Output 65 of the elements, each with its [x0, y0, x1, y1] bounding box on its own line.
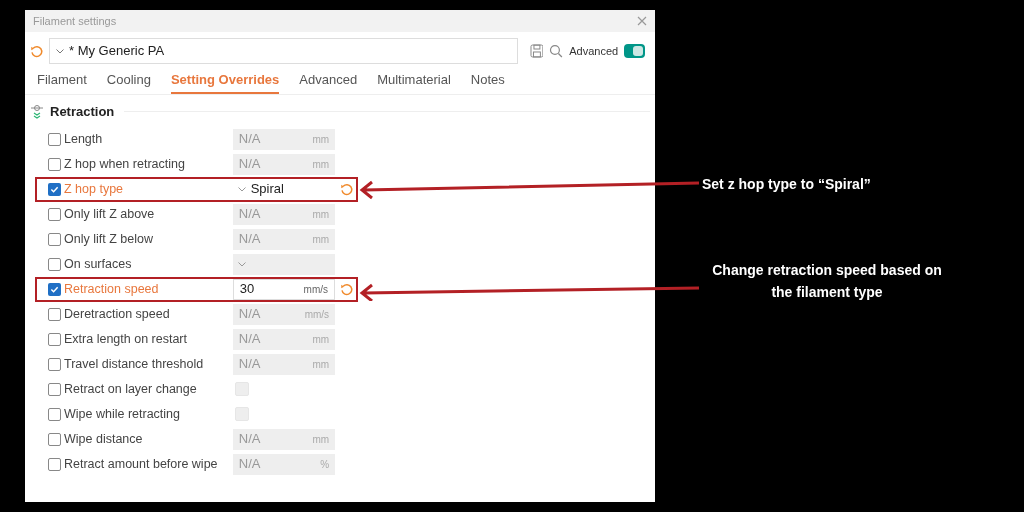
- tab[interactable]: Multimaterial: [377, 69, 451, 94]
- option-checkbox[interactable]: [235, 407, 249, 421]
- section-title: Retraction: [50, 103, 115, 121]
- value-field[interactable]: N/A mm: [232, 228, 336, 250]
- save-icon[interactable]: [529, 44, 544, 58]
- callout-text: Change retraction speed based on the filament type: [712, 261, 942, 302]
- preset-dropdown[interactable]: * My Generic PA: [49, 38, 518, 64]
- value-field[interactable]: 30 mm/s: [232, 278, 335, 300]
- value-field[interactable]: N/A mm/s: [232, 303, 336, 325]
- reset-icon[interactable]: [30, 44, 43, 58]
- advanced-label: Advanced: [569, 43, 619, 59]
- checkbox[interactable]: [48, 182, 61, 196]
- check-icon: [50, 284, 59, 294]
- tab[interactable]: Cooling: [106, 69, 151, 94]
- setting-label: Only lift Z above: [64, 205, 156, 223]
- checkbox[interactable]: [48, 307, 61, 321]
- value-field[interactable]: N/A mm: [232, 203, 336, 225]
- search-icon[interactable]: [549, 44, 564, 58]
- advanced-toggle[interactable]: [624, 44, 645, 58]
- setting-label: On surfaces: [64, 255, 133, 273]
- setting-label: Length: [64, 130, 104, 148]
- checkbox[interactable]: [48, 132, 61, 146]
- checkbox[interactable]: [48, 457, 61, 471]
- chevron-icon: [237, 261, 246, 267]
- setting-label: Z hop when retracting: [64, 155, 186, 173]
- checkbox[interactable]: [48, 257, 61, 271]
- close-icon[interactable]: [637, 16, 647, 26]
- value-field[interactable]: N/A mm: [232, 353, 336, 375]
- value-field[interactable]: N/A mm: [232, 328, 336, 350]
- reset-icon[interactable]: [340, 282, 353, 296]
- chevron-icon: [237, 186, 246, 192]
- checkbox[interactable]: [48, 157, 61, 171]
- setting-label: Extra length on restart: [64, 330, 188, 348]
- check-icon: [50, 184, 59, 194]
- checkbox[interactable]: [48, 357, 61, 371]
- checkbox[interactable]: [48, 332, 61, 346]
- checkbox[interactable]: [48, 432, 61, 446]
- reset-icon[interactable]: [340, 182, 353, 196]
- setting-label: Wipe while retracting: [64, 405, 181, 423]
- setting-label: Z hop type: [64, 180, 125, 198]
- window-title: Filament settings: [33, 13, 117, 29]
- option-checkbox[interactable]: [235, 382, 249, 396]
- setting-label: Only lift Z below: [64, 230, 154, 248]
- setting-label: Retraction speed: [64, 280, 160, 298]
- setting-label: Retract amount before wipe: [64, 455, 219, 473]
- checkbox[interactable]: [48, 282, 61, 296]
- setting-label: Travel distance threshold: [64, 355, 205, 373]
- chevron-icon: [56, 48, 64, 54]
- checkbox[interactable]: [48, 232, 61, 246]
- setting-label: Retract on layer change: [64, 380, 198, 398]
- checkbox[interactable]: [48, 382, 61, 396]
- value-field[interactable]: N/A mm: [232, 153, 336, 175]
- value-field[interactable]: N/A %: [232, 453, 336, 475]
- retraction-icon: [30, 103, 44, 120]
- setting-label: Deretraction speed: [64, 305, 171, 323]
- value-field[interactable]: N/A mm: [232, 128, 336, 150]
- tab[interactable]: Filament: [37, 69, 87, 94]
- checkbox[interactable]: [48, 407, 61, 421]
- tab[interactable]: Advanced: [299, 69, 358, 94]
- value-field[interactable]: N/A mm: [232, 428, 336, 450]
- tab[interactable]: Setting Overrides: [170, 69, 280, 94]
- setting-label: Wipe distance: [64, 430, 144, 448]
- callout-text: Set z hop type to “Spiral”: [702, 175, 871, 194]
- tab[interactable]: Notes: [470, 69, 505, 94]
- checkbox[interactable]: [48, 207, 61, 221]
